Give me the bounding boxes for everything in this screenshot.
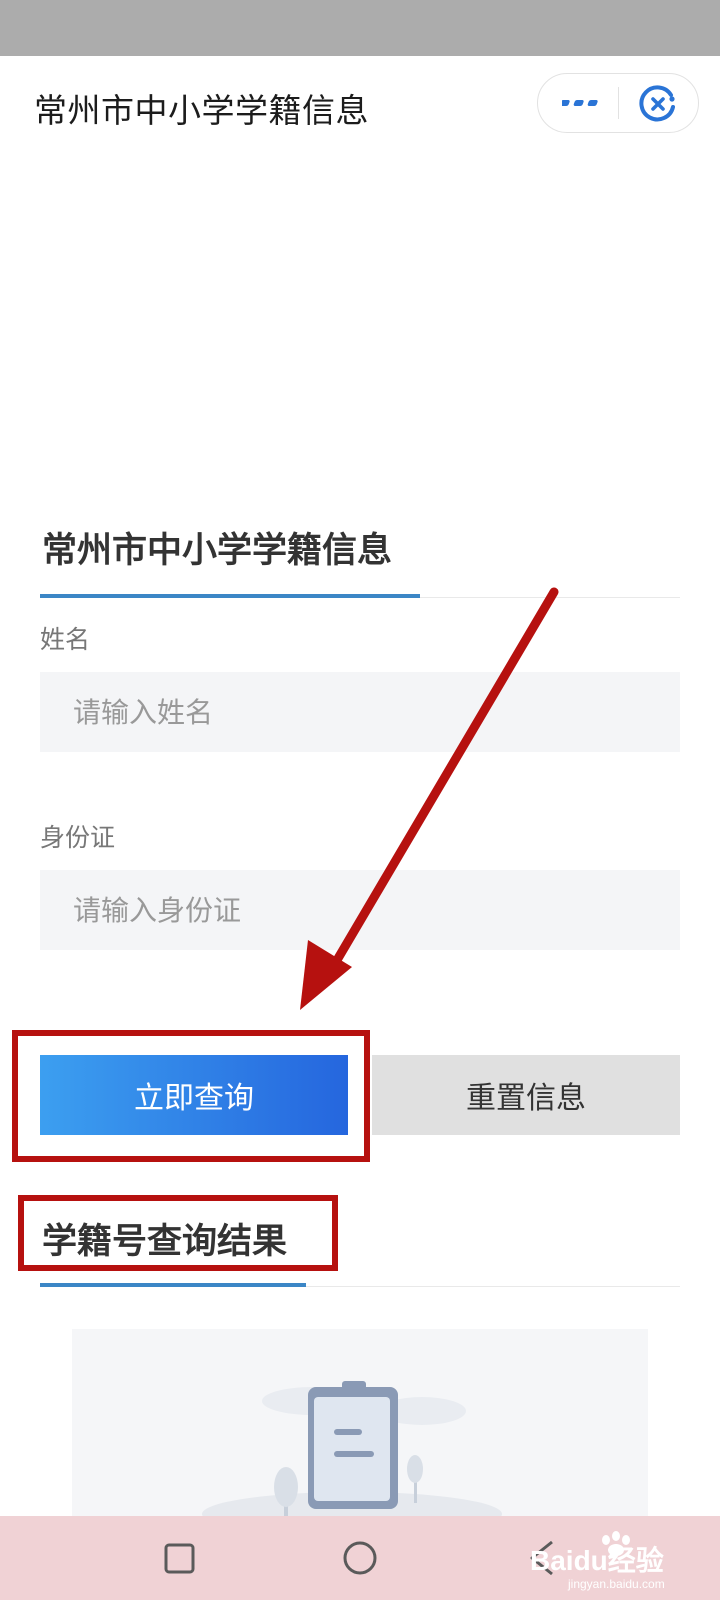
circle-icon: [343, 1541, 377, 1575]
form-title: 常州市中小学学籍信息: [42, 531, 393, 571]
close-target-icon: [639, 85, 675, 122]
baidu-paw-logo: Baidu经验 jingyan.baidu.com: [530, 1531, 665, 1591]
more-button[interactable]: [538, 74, 618, 132]
capsule-menu: [537, 73, 699, 133]
system-nav-bar: Baidu经验 jingyan.baidu.com: [0, 1516, 720, 1600]
watermark-url: jingyan.baidu.com: [567, 1577, 665, 1591]
id-input[interactable]: [40, 870, 680, 950]
square-icon: [164, 1543, 195, 1574]
home-button[interactable]: [320, 1516, 400, 1600]
id-label: 身份证: [40, 823, 116, 852]
more-dots-icon: [562, 100, 598, 106]
close-button[interactable]: [619, 74, 699, 132]
status-bar: [0, 0, 720, 56]
baidu-jingyan-watermark: Baidu经验 jingyan.baidu.com: [528, 1524, 713, 1594]
empty-result: [72, 1329, 648, 1519]
title-bar: 常州市中小学学籍信息: [0, 56, 720, 146]
recent-apps-button[interactable]: [140, 1516, 220, 1600]
clipboard-icon: [202, 1381, 502, 1519]
app-title: 常州市中小学学籍信息: [34, 91, 369, 130]
watermark-text: Baidu经验: [530, 1544, 664, 1576]
name-label: 姓名: [40, 625, 91, 654]
form-title-underline: [40, 594, 420, 598]
result-title-underline: [40, 1283, 306, 1287]
name-input[interactable]: [40, 672, 680, 752]
query-button-highlight: [12, 1030, 370, 1162]
result-title-highlight: [18, 1195, 338, 1271]
reset-button[interactable]: 重置信息: [372, 1055, 680, 1135]
